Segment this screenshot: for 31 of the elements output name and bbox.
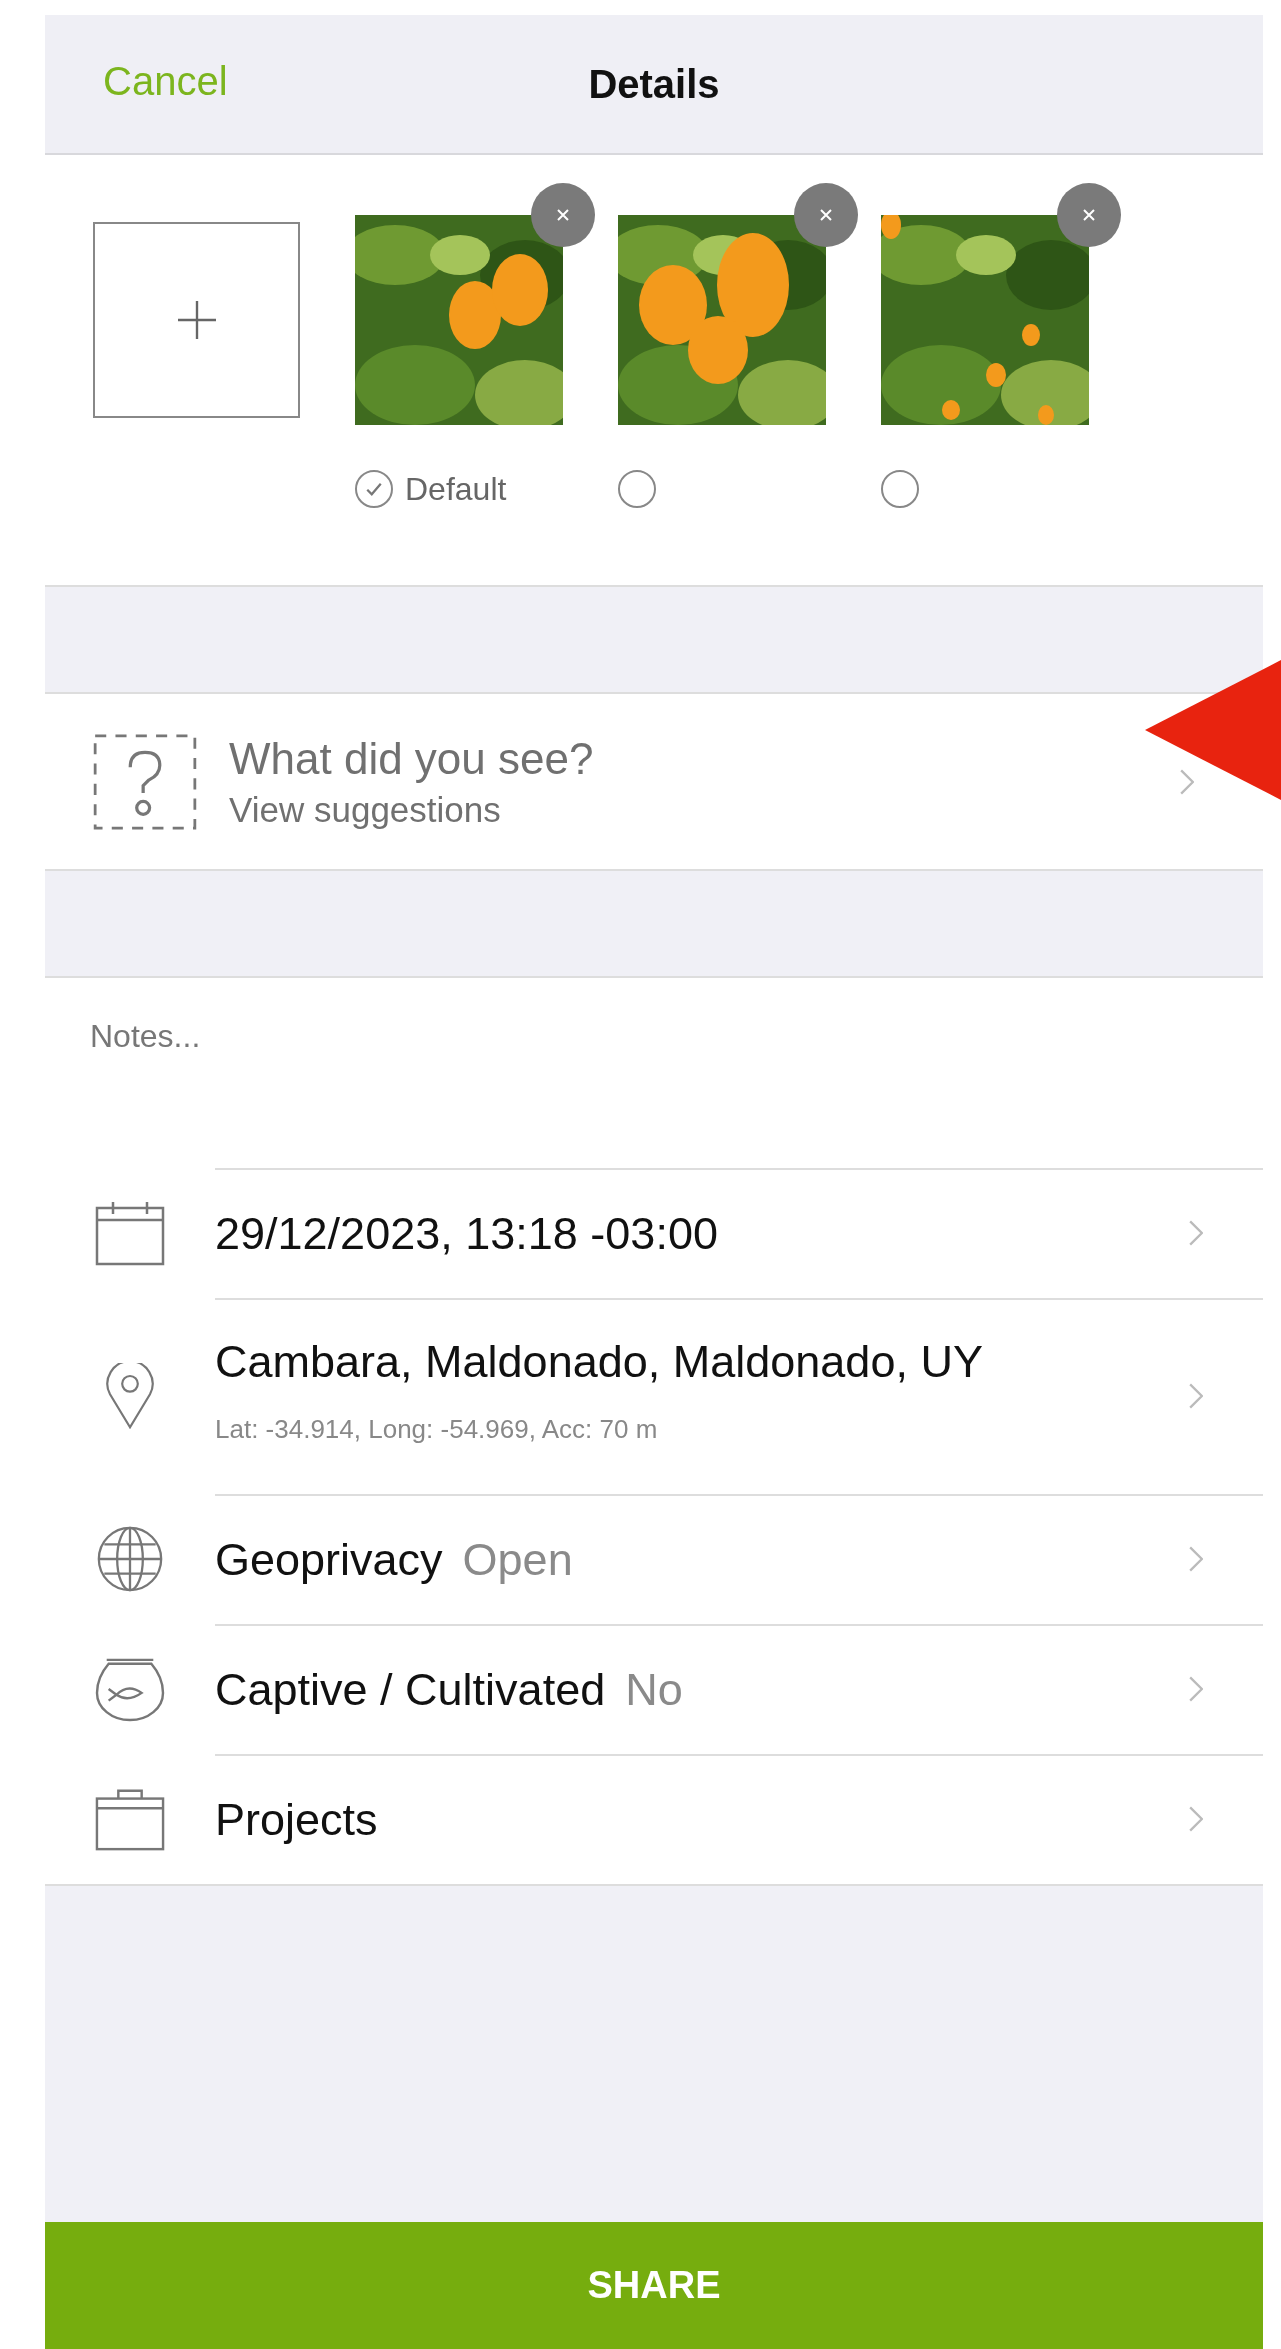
row-title: Projects xyxy=(215,1794,378,1846)
detail-row[interactable]: Captive / Cultivated No xyxy=(45,1624,1263,1754)
fishbowl-icon xyxy=(95,1656,165,1722)
calendar-icon xyxy=(95,1200,165,1266)
row-value: Open xyxy=(462,1534,573,1586)
plus-icon xyxy=(177,301,216,339)
chevron-icon xyxy=(1189,1806,1203,1832)
detail-row[interactable]: Cambara, Maldonado, Maldonado, UY Lat: -34.914, Long: -54.969, Acc: 70 m xyxy=(45,1298,1263,1494)
view-suggestions-link[interactable]: View suggestions xyxy=(229,789,1140,830)
detail-row[interactable]: 29/12/2023, 13:18 -03:00 xyxy=(45,1168,1263,1298)
row-value: No xyxy=(625,1664,683,1716)
chevron-icon xyxy=(1180,768,1194,795)
chevron-icon xyxy=(1189,1546,1203,1572)
screen-title: Details xyxy=(588,61,720,107)
row-title: 29/12/2023, 13:18 -03:00 xyxy=(215,1208,718,1260)
detail-row[interactable]: Geoprivacy Open xyxy=(45,1494,1263,1624)
coordinates-text: Lat: -34.914, Long: -54.969, Acc: 70 m xyxy=(215,1414,659,1445)
row-title: Cambara, Maldonado, Maldonado, UY xyxy=(215,1336,983,1388)
chevron-icon xyxy=(1189,1676,1203,1702)
species-prompt: What did you see? xyxy=(229,733,595,784)
row-title: Geoprivacy xyxy=(215,1534,443,1586)
add-photo-button[interactable] xyxy=(93,222,300,418)
unknown-species-icon xyxy=(93,733,197,830)
globe-icon xyxy=(95,1526,165,1592)
chevron-icon xyxy=(1189,1220,1203,1246)
default-radio[interactable] xyxy=(881,470,919,508)
default-radio[interactable] xyxy=(618,470,656,508)
default-label: Default xyxy=(405,470,507,508)
chevron-icon xyxy=(1189,1383,1203,1409)
row-title: Captive / Cultivated xyxy=(215,1664,606,1716)
default-radio[interactable] xyxy=(355,470,393,508)
